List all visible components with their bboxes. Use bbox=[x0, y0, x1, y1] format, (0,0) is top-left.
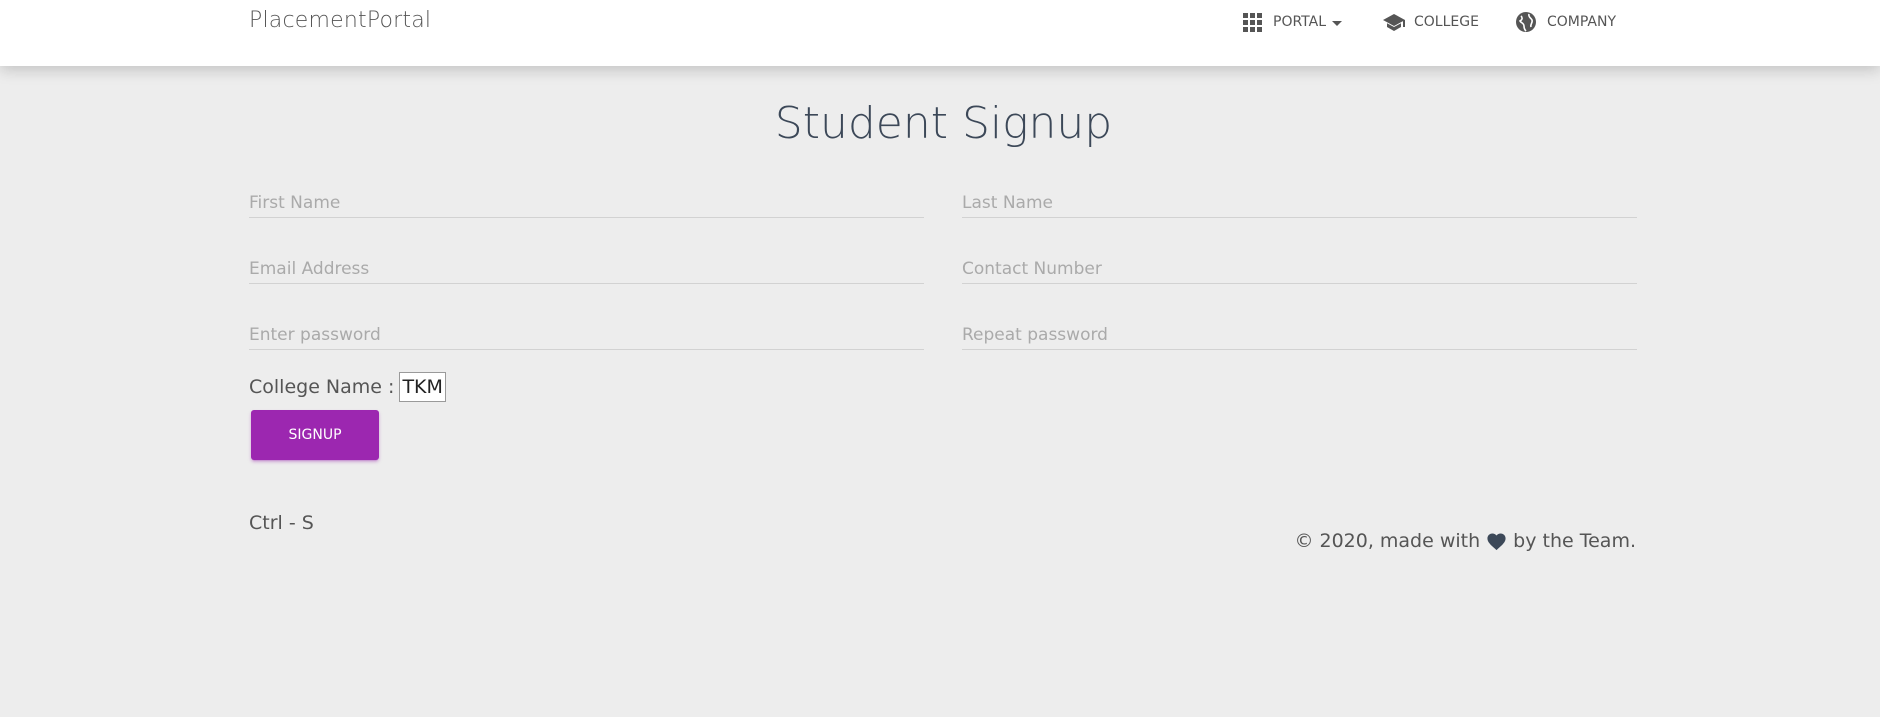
last-name-input[interactable] bbox=[962, 193, 1637, 213]
email-input[interactable] bbox=[249, 259, 924, 279]
nav-portal-label: PORTAL bbox=[1273, 14, 1327, 30]
repeat-password-field bbox=[962, 309, 1637, 350]
globe-icon bbox=[1515, 11, 1537, 33]
signup-button[interactable]: SIGNUP bbox=[251, 410, 379, 460]
graduation-cap-icon bbox=[1382, 11, 1405, 33]
nav-company-link[interactable]: COMPANY bbox=[1515, 10, 1616, 34]
college-name-row: College Name : TKM bbox=[249, 372, 446, 402]
shortcut-hint: Ctrl - S bbox=[249, 512, 314, 534]
college-name-label: College Name : bbox=[249, 376, 395, 398]
college-name-select[interactable]: TKM bbox=[399, 372, 446, 402]
contact-number-input[interactable] bbox=[962, 259, 1637, 279]
last-name-field bbox=[962, 177, 1637, 218]
apps-grid-icon bbox=[1241, 11, 1263, 33]
nav-college-label: COLLEGE bbox=[1414, 14, 1479, 30]
credit-prefix: © 2020, made with bbox=[1294, 530, 1481, 552]
password-field bbox=[249, 309, 924, 350]
first-name-input[interactable] bbox=[249, 193, 924, 213]
repeat-password-input[interactable] bbox=[962, 325, 1637, 345]
footer-credit: © 2020, made with by the Team. bbox=[1294, 530, 1636, 552]
chevron-down-icon bbox=[1332, 20, 1343, 26]
nav-portal-dropdown[interactable]: PORTAL bbox=[1241, 10, 1343, 34]
password-input[interactable] bbox=[249, 325, 924, 345]
first-name-field bbox=[249, 177, 924, 218]
email-field bbox=[249, 243, 924, 284]
heart-icon bbox=[1486, 532, 1507, 551]
page-title: Student Signup bbox=[774, 98, 1113, 149]
contact-number-field bbox=[962, 243, 1637, 284]
credit-suffix: by the Team. bbox=[1513, 530, 1636, 552]
top-navbar: PlacementPortal PORTAL COLLEGE COMPANY bbox=[0, 0, 1880, 66]
brand-logo[interactable]: PlacementPortal bbox=[249, 8, 431, 33]
nav-company-label: COMPANY bbox=[1547, 14, 1617, 30]
nav-college-link[interactable]: COLLEGE bbox=[1382, 10, 1479, 34]
